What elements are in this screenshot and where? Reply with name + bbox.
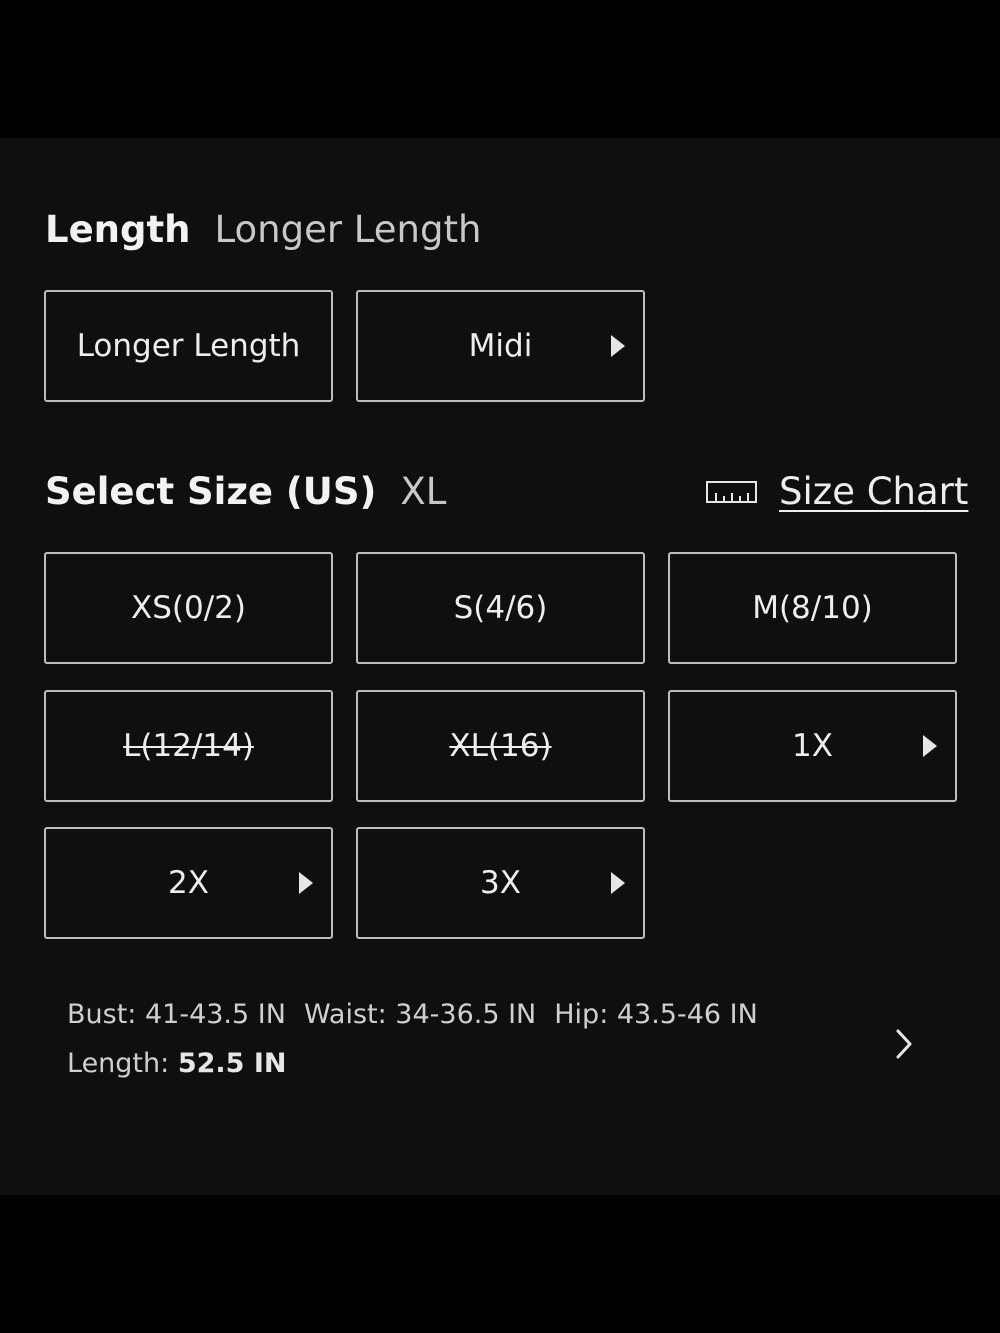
- size-title: Select Size (US): [45, 470, 377, 513]
- length-measurement-label: Length:: [67, 1048, 170, 1079]
- length-measurement-value: 52.5 IN: [177, 1048, 287, 1079]
- option-label: XS(0/2): [131, 590, 246, 626]
- length-option-longer-length[interactable]: Longer Length: [44, 290, 333, 402]
- length-title: Length: [45, 208, 191, 251]
- measurements-line-1: Bust: 41-43.5 IN Waist: 34-36.5 IN Hip: 43…: [67, 990, 758, 1039]
- option-label: Midi: [468, 328, 533, 364]
- size-chart-link[interactable]: Size Chart: [706, 470, 968, 513]
- length-header: Length Longer Length: [45, 208, 481, 251]
- play-arrow-icon: [611, 335, 625, 357]
- size-option-l-unavailable[interactable]: L(12/14): [44, 690, 333, 802]
- size-option-3x[interactable]: 3X: [356, 827, 645, 939]
- size-option-m[interactable]: M(8/10): [668, 552, 957, 664]
- option-label: 3X: [480, 865, 521, 901]
- size-option-2x[interactable]: 2X: [44, 827, 333, 939]
- size-option-1x[interactable]: 1X: [668, 690, 957, 802]
- measurements: Bust: 41-43.5 IN Waist: 34-36.5 IN Hip: 43…: [67, 990, 758, 1088]
- measurements-line-2: Length: 52.5 IN: [67, 1039, 758, 1088]
- chevron-right-icon[interactable]: [890, 1026, 918, 1066]
- option-label: XL(16): [449, 728, 552, 764]
- option-label: S(4/6): [453, 590, 548, 626]
- hip-measurement: Hip: 43.5-46 IN: [554, 999, 758, 1030]
- size-option-xs[interactable]: XS(0/2): [44, 552, 333, 664]
- option-label: 1X: [792, 728, 833, 764]
- size-option-xl-unavailable[interactable]: XL(16): [356, 690, 645, 802]
- length-selected-value: Longer Length: [214, 208, 482, 251]
- play-arrow-icon: [611, 872, 625, 894]
- option-label: 2X: [168, 865, 209, 901]
- play-arrow-icon: [299, 872, 313, 894]
- play-arrow-icon: [923, 735, 937, 757]
- size-header: Select Size (US) XL: [45, 470, 446, 513]
- ruler-icon: [706, 480, 757, 504]
- waist-measurement: Waist: 34-36.5 IN: [303, 999, 537, 1030]
- option-label: M(8/10): [752, 590, 873, 626]
- option-label: Longer Length: [76, 328, 301, 364]
- option-label: L(12/14): [123, 728, 254, 764]
- size-option-s[interactable]: S(4/6): [356, 552, 645, 664]
- size-chart-label: Size Chart: [779, 470, 969, 513]
- size-selected-value: XL: [400, 470, 447, 513]
- bust-measurement: Bust: 41-43.5 IN: [67, 999, 286, 1030]
- length-option-midi[interactable]: Midi: [356, 290, 645, 402]
